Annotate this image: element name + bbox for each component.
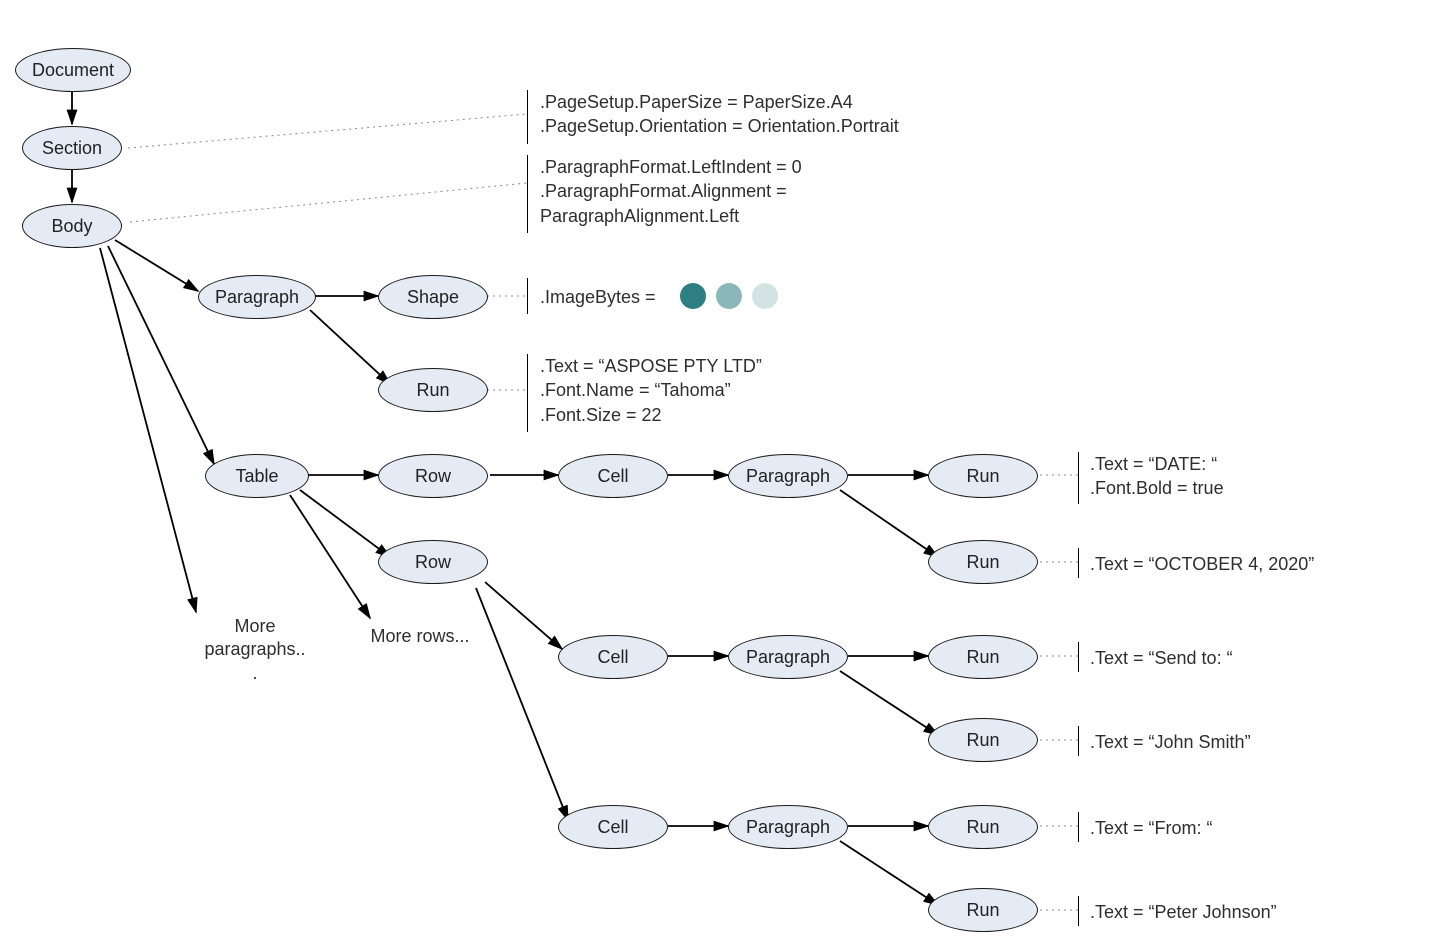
node-paragraph-4: Paragraph [728,805,848,849]
node-cell-3: Cell [558,805,668,849]
annotation-run-3: .Text = “OCTOBER 4, 2020” [1090,552,1314,576]
annotation-line: ParagraphAlignment.Left [540,204,802,228]
node-label: Paragraph [746,466,830,487]
node-shape: Shape [378,275,488,319]
image-bytes-dots [680,283,778,309]
node-cell-1: Cell [558,454,668,498]
node-label: Section [42,138,102,159]
node-label: Body [51,216,92,237]
node-label: Run [966,647,999,668]
annotation-body: .ParagraphFormat.LeftIndent = 0 .Paragra… [540,155,802,228]
node-label: Paragraph [746,647,830,668]
node-paragraph-2: Paragraph [728,454,848,498]
dot-icon [716,283,742,309]
annotation-line: .Font.Size = 22 [540,403,762,427]
node-label: Table [235,466,278,487]
annotation-bar [1078,452,1079,504]
node-row-1: Row [378,454,488,498]
annotation-run-7: .Text = “Peter Johnson” [1090,900,1277,924]
annotation-run-4: .Text = “Send to: “ [1090,646,1233,670]
annotation-line: .Text = “Peter Johnson” [1090,900,1277,924]
node-label: Cell [597,466,628,487]
note-more-paragraphs: More paragraphs.. . [190,615,320,685]
node-paragraph-3: Paragraph [728,635,848,679]
node-run-3: Run [928,540,1038,584]
annotation-run-5: .Text = “John Smith” [1090,730,1251,754]
annotation-bar [527,354,528,432]
annotation-bar [527,278,528,314]
annotation-bar [1078,548,1079,578]
dot-icon [680,283,706,309]
node-label: Run [966,730,999,751]
annotation-bar [527,90,528,144]
node-run-5: Run [928,718,1038,762]
node-label: Row [415,466,451,487]
annotation-line: .Text = “From: “ [1090,816,1213,840]
annotation-line: .PageSetup.PaperSize = PaperSize.A4 [540,90,899,114]
annotation-bar [527,155,528,233]
node-label: Run [966,900,999,921]
annotation-line: .Text = “DATE: “ [1090,452,1224,476]
annotation-bar [1078,642,1079,672]
annotation-run-2: .Text = “DATE: “ .Font.Bold = true [1090,452,1224,501]
node-row-2: Row [378,540,488,584]
annotation-line: .ParagraphFormat.LeftIndent = 0 [540,155,802,179]
annotation-line: .Text = “OCTOBER 4, 2020” [1090,552,1314,576]
note-more-rows: More rows... [350,625,490,648]
node-label: Cell [597,817,628,838]
annotation-run-1: .Text = “ASPOSE PTY LTD” .Font.Name = “T… [540,354,762,427]
node-run-1: Run [378,368,488,412]
annotation-bar [1078,726,1079,756]
diagram-canvas: Document Section Body Paragraph Shape Ru… [0,0,1440,946]
node-label: Cell [597,647,628,668]
node-table: Table [205,454,309,498]
annotation-line: .PageSetup.Orientation = Orientation.Por… [540,114,899,138]
node-paragraph-1: Paragraph [198,275,316,319]
annotation-line: .Font.Name = “Tahoma” [540,378,762,402]
annotation-line: .ParagraphFormat.Alignment = [540,179,802,203]
node-label: Run [966,552,999,573]
node-label: Run [966,817,999,838]
node-label: Document [32,60,114,81]
annotation-line: .ImageBytes = [540,287,656,307]
annotation-bar [1078,812,1079,842]
node-label: Run [416,380,449,401]
node-label: Run [966,466,999,487]
node-label: Paragraph [746,817,830,838]
node-label: Paragraph [215,287,299,308]
node-run-2: Run [928,454,1038,498]
annotation-line: .Text = “John Smith” [1090,730,1251,754]
annotation-line: .Text = “Send to: “ [1090,646,1233,670]
annotation-shape: .ImageBytes = [540,285,656,309]
annotation-line: .Text = “ASPOSE PTY LTD” [540,354,762,378]
annotation-run-6: .Text = “From: “ [1090,816,1213,840]
node-body: Body [22,204,122,248]
dot-icon [752,283,778,309]
node-run-7: Run [928,888,1038,932]
node-run-4: Run [928,635,1038,679]
node-section: Section [22,126,122,170]
node-label: Row [415,552,451,573]
node-run-6: Run [928,805,1038,849]
annotation-bar [1078,896,1079,926]
node-label: Shape [407,287,459,308]
annotation-line: .Font.Bold = true [1090,476,1224,500]
annotation-section: .PageSetup.PaperSize = PaperSize.A4 .Pag… [540,90,899,139]
node-cell-2: Cell [558,635,668,679]
node-document: Document [15,48,131,92]
